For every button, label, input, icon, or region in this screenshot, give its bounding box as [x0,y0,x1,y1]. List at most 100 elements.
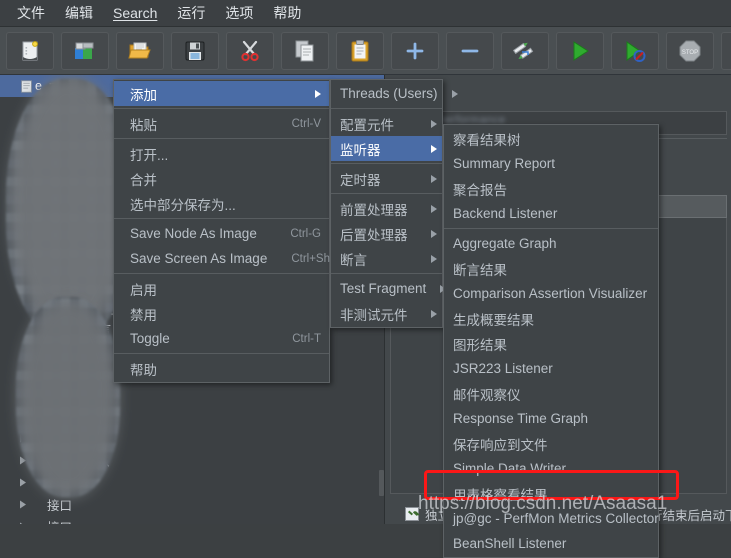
menu-item-timer[interactable]: 定时器 [331,166,442,191]
stop-button[interactable]: STOP [666,31,714,70]
chevron-right-icon[interactable] [16,170,29,179]
open-folder-icon [128,39,152,63]
menu-item-test-fragment[interactable]: Test Fragment [331,276,447,301]
menu-item-config-element[interactable]: 配置元件 [331,111,442,136]
chevron-right-icon[interactable] [16,434,29,443]
menu-item-assertion[interactable]: 断言 [331,246,442,271]
chevron-right-icon[interactable] [16,148,29,157]
menu-item-assertion-results[interactable]: 断言结果 [444,256,658,281]
tree-scrollbar-thumb[interactable] [379,470,384,496]
tree-item-hidden-1[interactable] [0,471,384,493]
toggle-button[interactable] [501,31,549,70]
menu-item-save-selection-as[interactable]: 选中部分保存为... [114,191,329,216]
chevron-right-icon[interactable] [16,390,29,399]
chevron-right-icon[interactable] [30,302,43,311]
start-button[interactable] [556,31,604,70]
menu-item-label: 帮助 [130,362,157,378]
new-test-plan-button[interactable] [6,31,54,70]
menu-item-aggregate-graph[interactable]: Aggregate Graph [444,231,658,256]
menu-item-post-processor[interactable]: 后置处理器 [331,221,442,246]
chevron-right-icon[interactable] [16,456,29,465]
tree-context-menu[interactable]: 添加粘贴 Ctrl-V 打开... 合并 选中部分保存为... Save Node As … [113,79,352,383]
menu-separator [114,108,329,109]
chevron-right-icon[interactable] [16,478,29,487]
menu-item-help[interactable]: 帮助 [114,356,329,381]
menu-item-mailer-visualizer[interactable]: 邮件观察仪 [444,381,658,406]
templates-button[interactable] [61,31,109,70]
menu-item-graph-results[interactable]: 图形结果 [444,331,658,356]
tree-item-upload-avatar[interactable]: —上传头像 [0,449,384,471]
add-submenu[interactable]: Threads (Users) 配置元件 监听器定时器前置处理器 后置处理器断言 Tes… [330,79,458,328]
toggle-pencil-icon [513,39,537,63]
menu-file[interactable]: 文件 [8,0,54,26]
menu-item-label: 生成概要结果 [453,312,534,328]
collapse-all-button[interactable] [446,31,494,70]
menu-item-label: 添加 [130,87,157,103]
menu-item-view-results-tree[interactable]: 察看结果树 [444,126,658,151]
menu-item-label: Comparison Assertion Visualizer [453,286,648,301]
copy-pages-icon [293,39,317,63]
menu-item-toggle[interactable]: Toggle Ctrl-T [114,326,329,351]
tree-item-label: 设备服务_ [61,256,118,271]
expand-all-button[interactable] [391,31,439,70]
menu-item-listener[interactable]: 监听器 [331,136,442,161]
tree-item-label: 设备服务_ [61,278,118,293]
menu-item-shortcut: Ctrl-G [290,227,321,240]
menu-item-non-test-element[interactable]: 非测试元件 [331,301,442,326]
menu-item-label: 断言 [340,252,367,268]
menu-help[interactable]: 帮助 [264,0,310,26]
tree-item-service-a2[interactable]: 服务—A [0,383,384,405]
menu-item-pre-processor[interactable]: 前置处理器 [331,196,442,221]
menu-item-response-time-graph[interactable]: Response Time Graph [444,406,658,431]
start-no-pauses-button[interactable] [611,31,659,70]
menu-item-backend-listener[interactable]: Backend Listener [444,201,658,226]
tree-item-label: 响应断言 [61,322,112,337]
tree-item-service-4[interactable]: 务 [0,427,384,449]
chevron-down-icon[interactable] [16,192,29,200]
submenu-arrow-icon [431,144,437,153]
menu-item-paste[interactable]: 粘贴 Ctrl-V [114,111,329,136]
menu-item-merge[interactable]: 合并 [114,166,329,191]
menu-run[interactable]: 运行 [168,0,214,26]
menu-search[interactable]: Search [104,2,166,24]
run-thread-groups-consecutively-checkbox[interactable] [405,507,419,521]
tree-item-interface-1[interactable]: 接口 [0,493,384,515]
menu-item-threads-users[interactable]: Threads (Users) [331,81,458,106]
chevron-right-icon[interactable] [16,412,29,421]
chevron-right-icon[interactable] [16,500,29,509]
menu-item-save-screen-as-image[interactable]: Save Screen As Image Ctrl+Shift-G [114,246,352,271]
menu-item-save-node-as-image[interactable]: Save Node As Image Ctrl-G [114,221,329,246]
open-button[interactable] [116,31,164,70]
submenu-arrow-icon [431,309,437,318]
menu-item-aggregate-report[interactable]: 聚合报告 [444,176,658,201]
menu-item-label: 察看结果树 [453,132,521,148]
menu-item-add[interactable]: 添加 [114,81,329,106]
chevron-right-icon[interactable] [30,236,43,245]
menu-item-enable[interactable]: 启用 [114,276,329,301]
menu-item-jsr223-listener[interactable]: JSR223 Listener [444,356,658,381]
stop-octagon-icon: STOP [678,39,702,63]
menu-item-disable[interactable]: 禁用 [114,301,329,326]
menu-options[interactable]: 选项 [216,0,262,26]
submenu-arrow-icon [431,119,437,128]
menu-item-comparison-assertion-visualizer[interactable]: Comparison Assertion Visualizer [444,281,658,306]
shutdown-button[interactable] [721,31,731,70]
save-floppy-icon [183,39,207,63]
chevron-right-icon[interactable] [30,280,43,289]
menu-edit[interactable]: 编辑 [56,0,102,26]
menu-item-label: 启用 [130,282,157,298]
cut-button[interactable] [226,31,274,70]
menu-item-generate-summary-results[interactable]: 生成概要结果 [444,306,658,331]
menu-item-save-responses-to-file[interactable]: 保存响应到文件 [444,431,658,456]
copy-button[interactable] [281,31,329,70]
tree-item-interface-2[interactable]: 接口 [0,515,384,524]
menu-item-summary-report[interactable]: Summary Report [444,151,658,176]
save-button[interactable] [171,31,219,70]
svg-text:STOP: STOP [682,50,698,56]
menu-item-label: 邮件观察仪 [453,387,521,403]
tree-item-service-3[interactable]: 务 [0,405,384,427]
menu-item-beanshell-listener[interactable]: BeanShell Listener [444,531,658,556]
menu-item-open[interactable]: 打开... [114,141,329,166]
paste-button[interactable] [336,31,384,70]
tree-item-label: 境IP+ [47,102,79,117]
